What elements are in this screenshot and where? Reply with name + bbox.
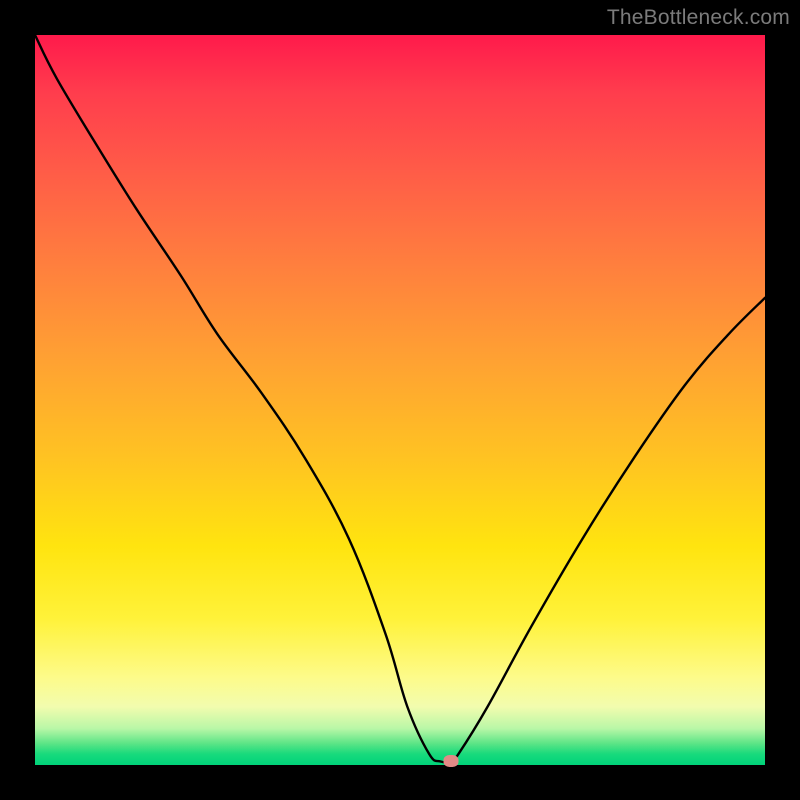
minimum-marker (444, 755, 459, 767)
chart-frame: TheBottleneck.com (0, 0, 800, 800)
bottleneck-curve (35, 35, 765, 765)
watermark-text: TheBottleneck.com (607, 6, 790, 30)
plot-area (35, 35, 765, 765)
